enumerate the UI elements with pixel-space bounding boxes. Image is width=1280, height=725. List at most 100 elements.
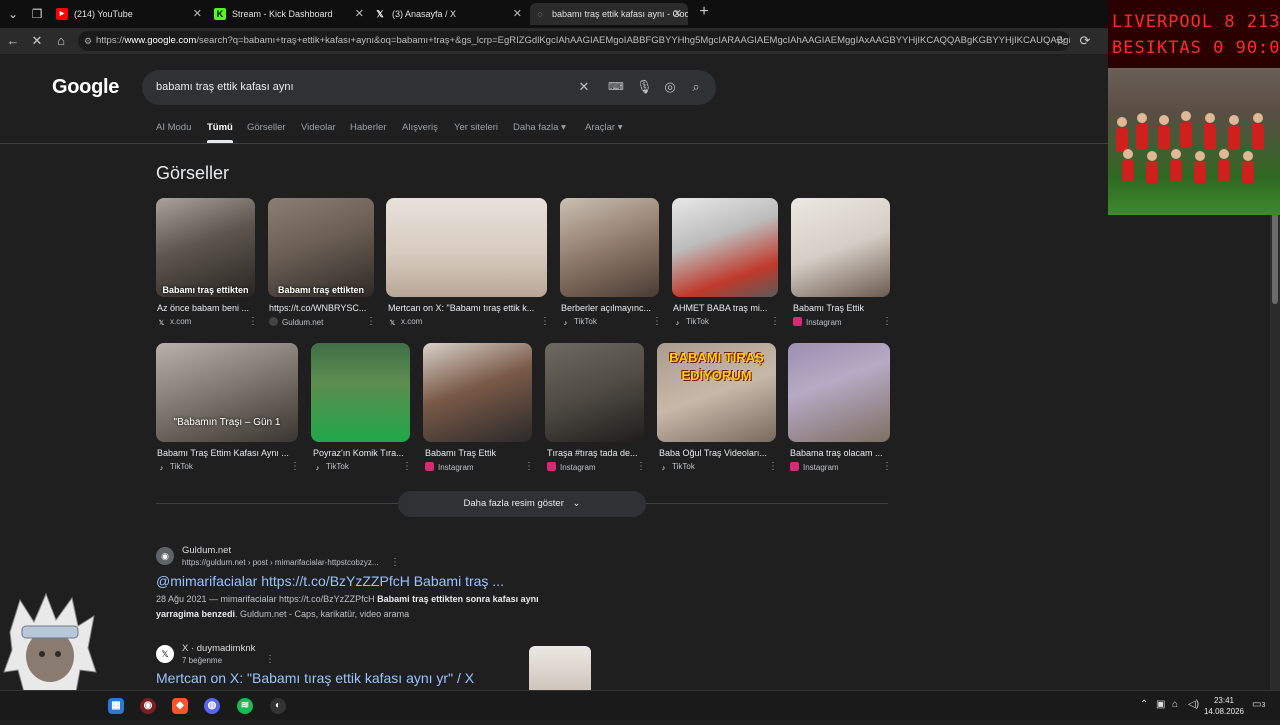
stop-loading-icon[interactable]: ✕ <box>28 32 46 50</box>
workspaces-icon[interactable]: ❐ <box>28 5 46 23</box>
tab-places[interactable]: Yer siteleri <box>454 122 498 133</box>
image-caption[interactable]: Poyraz'ın Komik Tıra... <box>313 448 409 458</box>
windows-store-icon[interactable]: ▦ <box>108 698 124 714</box>
more-options-icon[interactable]: ⋮ <box>524 461 534 472</box>
image-thumbnail[interactable] <box>545 343 644 442</box>
image-caption[interactable]: https://t.co/WNBRYSC... <box>269 303 373 313</box>
more-options-icon[interactable]: ⋮ <box>248 316 258 327</box>
image-source[interactable]: 𝕏x.com <box>157 317 192 328</box>
more-options-icon[interactable]: ⋮ <box>390 557 400 568</box>
more-options-icon[interactable]: ⋮ <box>290 461 300 472</box>
close-icon[interactable]: ✕ <box>193 3 202 25</box>
more-options-icon[interactable]: ⋮ <box>265 654 275 665</box>
image-caption[interactable]: Babamı Traş Ettik <box>425 448 531 458</box>
image-thumbnail[interactable]: "Babamın Traşı – Gün 1 <box>156 343 298 442</box>
url-input[interactable]: ⚙ https://www.google.com/search?q=babamı… <box>78 31 1070 51</box>
close-icon[interactable]: ✕ <box>355 3 364 25</box>
search-icon[interactable]: ⌕ <box>688 79 704 95</box>
close-icon[interactable]: ✕ <box>513 3 522 25</box>
spotify-icon[interactable]: ≋ <box>237 698 253 714</box>
tray-overflow-chevron-icon[interactable]: ⌃ <box>1140 699 1148 710</box>
image-thumbnail[interactable] <box>672 198 778 297</box>
image-thumbnail[interactable] <box>423 343 532 442</box>
back-arrow-icon[interactable]: ← <box>4 32 22 50</box>
more-options-icon[interactable]: ⋮ <box>540 316 550 327</box>
tab-news[interactable]: Haberler <box>350 122 386 133</box>
tab-all[interactable]: Tümü <box>207 122 233 143</box>
image-caption[interactable]: Babamı Traş Ettik <box>793 303 890 313</box>
image-thumbnail[interactable]: Babamı traş ettikten <box>156 198 255 297</box>
image-caption[interactable]: Tıraşa #tıraş tada de... <box>547 448 643 458</box>
image-source[interactable]: ♪ TikTok <box>561 317 597 328</box>
app-icon[interactable]: ◉ <box>140 698 156 714</box>
more-images-button[interactable]: Daha fazla resim göster ⌄ <box>398 491 646 517</box>
extensions-icon[interactable]: ⟳ <box>1076 32 1094 50</box>
image-source[interactable]: Instagram <box>790 462 839 472</box>
keyboard-icon[interactable]: ⌨ <box>608 79 624 95</box>
image-source[interactable]: ♪ TikTok <box>313 462 349 473</box>
image-thumbnail[interactable] <box>788 343 890 442</box>
image-source[interactable]: Guldum.net <box>269 317 323 327</box>
lens-camera-icon[interactable]: ◎ <box>662 79 678 95</box>
more-options-icon[interactable]: ⋮ <box>882 316 892 327</box>
image-caption[interactable]: Berberler açılmayınc... <box>561 303 658 313</box>
tab-ai-mode[interactable]: AI Modu <box>156 122 191 133</box>
home-icon[interactable]: ⌂ <box>52 32 70 50</box>
image-thumbnail[interactable] <box>791 198 890 297</box>
search-input[interactable]: babamı traş ettik kafası aynı <box>156 70 294 105</box>
tab-videos[interactable]: Videolar <box>301 122 336 133</box>
brave-icon[interactable]: ◆ <box>172 698 188 714</box>
more-options-icon[interactable]: ⋮ <box>768 461 778 472</box>
image-caption[interactable]: Mertcan on X: "Babamı tıraş ettik k... <box>388 303 546 313</box>
more-options-icon[interactable]: ⋮ <box>366 316 376 327</box>
more-options-icon[interactable]: ⋮ <box>636 461 646 472</box>
image-source[interactable]: ♪ TikTok <box>659 462 695 473</box>
clear-search-icon[interactable]: ✕ <box>576 79 592 95</box>
image-caption[interactable]: Babama traş olacam ... <box>790 448 889 458</box>
tab-google-search[interactable]: ◌ babamı traş ettik kafası aynı - Goo ✕ <box>530 3 688 25</box>
search-box[interactable]: babamı traş ettik kafası aynı ✕ ⌨ 🎙 ◎ ⌕ <box>142 70 716 105</box>
image-caption[interactable]: AHMET BABA traş mi... <box>673 303 777 313</box>
tab-menu-chevron-icon[interactable]: ⌄ <box>4 5 22 23</box>
image-caption[interactable]: Baba Oğul Traş Videoları... <box>659 448 775 458</box>
more-options-icon[interactable]: ⋮ <box>770 316 780 327</box>
obs-icon[interactable]: ◐ <box>270 698 286 714</box>
image-thumbnail[interactable] <box>560 198 659 297</box>
more-options-icon[interactable]: ⋮ <box>882 461 892 472</box>
notifications-icon[interactable]: ▭3 <box>1252 699 1265 710</box>
image-caption[interactable]: Az önce babam beni ... <box>157 303 254 313</box>
result-title-link[interactable]: Mertcan on X: "Babamı tıraş ettik kafası… <box>156 670 474 686</box>
result-url[interactable]: https://guldum.net › post › mimarifacial… <box>182 558 379 567</box>
image-source[interactable]: Instagram <box>793 317 842 327</box>
result-site-name[interactable]: X · duymadimknk <box>182 643 255 654</box>
image-thumbnail[interactable]: BABAMI TIRAŞ EDİYORUM <box>657 343 776 442</box>
google-logo[interactable]: Google <box>52 76 119 99</box>
bookmark-star-icon[interactable]: ☆ <box>1052 32 1070 50</box>
tab-shopping[interactable]: Alışveriş <box>402 122 438 133</box>
image-source[interactable]: ♪ TikTok <box>673 317 709 328</box>
result-thumbnail[interactable] <box>529 646 591 690</box>
image-thumbnail[interactable] <box>386 198 547 297</box>
tab-x[interactable]: 𝕏 (3) Anasayfa / X ✕ <box>370 3 528 25</box>
more-options-icon[interactable]: ⋮ <box>652 316 662 327</box>
discord-icon[interactable]: ◍ <box>204 698 220 714</box>
image-source[interactable]: 𝕏x.com <box>388 317 423 328</box>
tab-kick[interactable]: K Stream - Kick Dashboard ✕ <box>210 3 370 25</box>
tab-images[interactable]: Görseller <box>247 122 286 133</box>
image-source[interactable]: Instagram <box>425 462 474 472</box>
more-options-icon[interactable]: ⋮ <box>402 461 412 472</box>
result-title-link[interactable]: @mimarifacialar https://t.co/BzYzZZPfcH … <box>156 573 504 589</box>
new-tab-icon[interactable]: + <box>694 3 714 21</box>
image-caption[interactable]: Babamı Traş Ettim Kafası Aynı ... <box>157 448 297 458</box>
taskbar-clock[interactable]: 23:41 14.08.2026 <box>1204 695 1244 717</box>
tab-tools[interactable]: Araçlar ▾ <box>585 122 623 133</box>
close-icon[interactable]: ✕ <box>673 3 682 25</box>
image-thumbnail[interactable]: Babamı traş ettikten <box>268 198 374 297</box>
image-source[interactable]: Instagram <box>547 462 596 472</box>
volume-icon[interactable]: ◁) <box>1188 699 1199 710</box>
microphone-icon[interactable]: 🎙 <box>636 79 653 95</box>
tab-youtube[interactable]: ▶ (214) YouTube ✕ <box>52 3 208 25</box>
tab-more[interactable]: Daha fazla ▾ <box>513 122 566 133</box>
image-source[interactable]: ♪ TikTok <box>157 462 193 473</box>
image-thumbnail[interactable] <box>311 343 410 442</box>
